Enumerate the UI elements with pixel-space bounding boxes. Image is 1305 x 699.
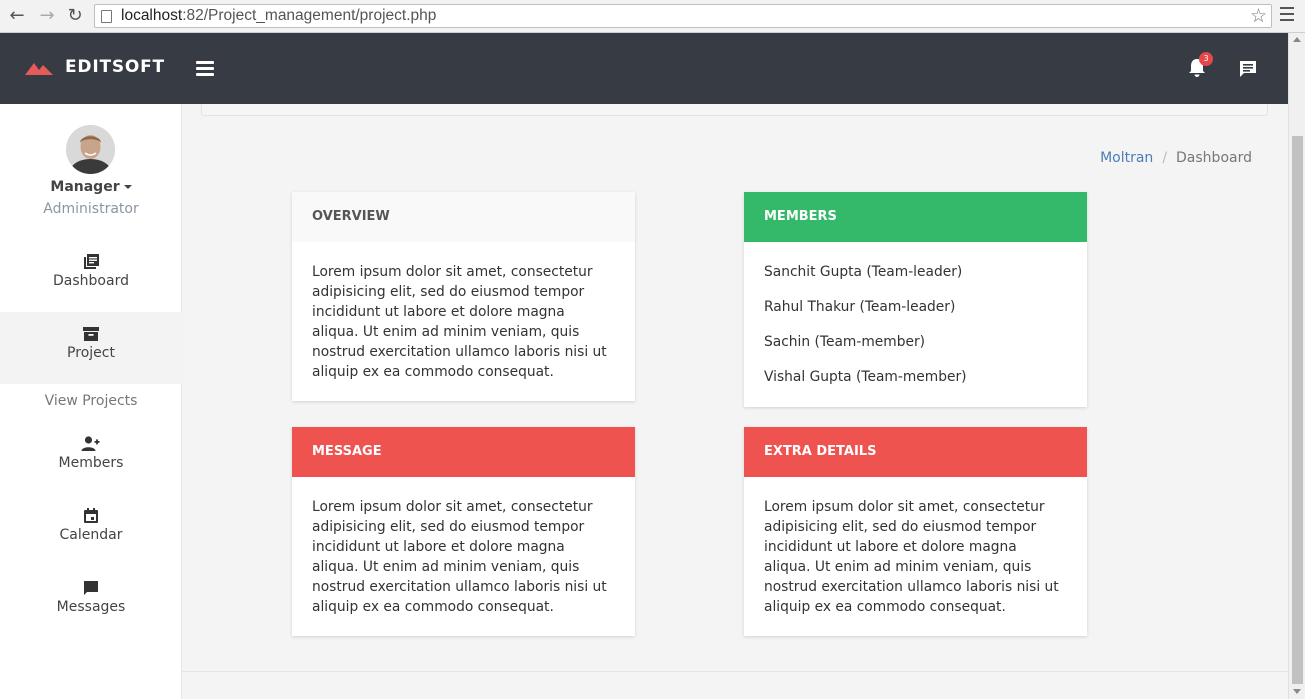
sidebar-item-label: Members — [58, 455, 124, 471]
brand-logo-icon — [25, 63, 53, 75]
url-text[interactable]: localhost:82/Project_management/project.… — [121, 7, 436, 25]
member-item: Sanchit Gupta (Team-leader) — [764, 264, 963, 280]
url-path: :82/Project_management/project.php — [182, 7, 437, 24]
breadcrumb-link[interactable]: Moltran — [1100, 150, 1153, 166]
user-role: Administrator — [43, 201, 139, 217]
sidebar-item-calendar[interactable]: Calendar — [0, 494, 182, 566]
card-text: Lorem ipsum dolor sit amet, consectetur … — [764, 499, 1059, 615]
user-name: Manager — [50, 179, 120, 195]
sidebar-subitem-view-projects[interactable]: View Projects — [0, 393, 182, 409]
chat-icon[interactable] — [1239, 60, 1257, 78]
page-scrollbar[interactable] — [1288, 33, 1305, 699]
address-bar[interactable]: localhost:82/Project_management/project.… — [94, 4, 1272, 28]
scrollbar-thumb[interactable] — [1292, 136, 1303, 684]
breadcrumb-separator: / — [1162, 150, 1168, 166]
archive-icon — [83, 327, 99, 341]
main-content: Moltran / Dashboard OVERVIEW Lorem ipsum d… — [182, 104, 1288, 699]
breadcrumb: Moltran / Dashboard — [1100, 150, 1252, 166]
card-title: EXTRA DETAILS — [744, 427, 1087, 477]
card-title: MEMBERS — [744, 192, 1087, 242]
caret-down-icon — [123, 185, 132, 189]
user-photo — [66, 125, 115, 174]
browser-menu-icon[interactable] — [1280, 7, 1294, 25]
back-arrow-icon[interactable]: ← — [6, 5, 28, 27]
bookmark-star-icon[interactable]: ☆ — [1250, 6, 1267, 26]
sidebar-item-members[interactable]: Members — [0, 422, 182, 494]
sidebar-item-label: Project — [67, 345, 115, 361]
members-card: MEMBERS Sanchit Gupta (Team-leader) Rahu… — [744, 192, 1087, 407]
card-title: MESSAGE — [292, 427, 635, 477]
overview-card: OVERVIEW Lorem ipsum dolor sit amet, con… — [292, 192, 635, 401]
sidebar-item-project[interactable]: Project — [0, 312, 182, 384]
extra-details-card: EXTRA DETAILS Lorem ipsum dolor sit amet… — [744, 427, 1087, 636]
member-item: Sachin (Team-member) — [764, 334, 926, 350]
calendar-icon — [84, 508, 98, 523]
member-item: Rahul Thakur (Team-leader) — [764, 299, 956, 315]
sidebar-item-label: Messages — [56, 599, 126, 615]
scroll-up-arrow-icon[interactable] — [1293, 37, 1301, 42]
top-panel — [201, 104, 1268, 116]
page-icon — [101, 10, 112, 23]
card-text: Lorem ipsum dolor sit amet, consectetur … — [312, 499, 607, 615]
sidebar-item-label: Calendar — [59, 527, 123, 543]
sidebar-item-label: Dashboard — [53, 273, 129, 289]
member-item: Vishal Gupta (Team-member) — [764, 369, 967, 385]
menu-toggle-icon[interactable] — [196, 61, 214, 79]
sidebar-item-dashboard[interactable]: Dashboard — [0, 240, 182, 312]
message-card: MESSAGE Lorem ipsum dolor sit amet, cons… — [292, 427, 635, 636]
sidebar-item-messages[interactable]: Messages — [0, 566, 182, 638]
sidebar: Manager Administrator Dashboard Project … — [0, 104, 182, 699]
scroll-down-arrow-icon[interactable] — [1293, 689, 1301, 694]
forward-arrow-icon[interactable]: → — [36, 5, 58, 27]
url-host: localhost — [121, 7, 183, 24]
card-text: Lorem ipsum dolor sit amet, consectetur … — [312, 264, 607, 380]
user-name-dropdown[interactable]: Manager — [0, 179, 182, 195]
brand-name[interactable]: EDITSOFT — [65, 57, 165, 77]
reload-icon[interactable]: ↻ — [64, 5, 86, 27]
library-books-icon — [84, 254, 99, 269]
footer-divider — [182, 671, 1288, 672]
app-topbar: EDITSOFT 3 — [0, 33, 1288, 104]
notification-badge: 3 — [1199, 52, 1213, 66]
members-list: Sanchit Gupta (Team-leader) Rahul Thakur… — [744, 242, 1087, 407]
card-title: OVERVIEW — [292, 192, 635, 242]
person-add-icon — [81, 436, 100, 451]
breadcrumb-current: Dashboard — [1176, 150, 1252, 166]
avatar[interactable] — [66, 125, 115, 174]
chat-bubble-icon — [84, 581, 98, 595]
browser-toolbar: ← → ↻ localhost:82/Project_management/pr… — [0, 0, 1305, 33]
